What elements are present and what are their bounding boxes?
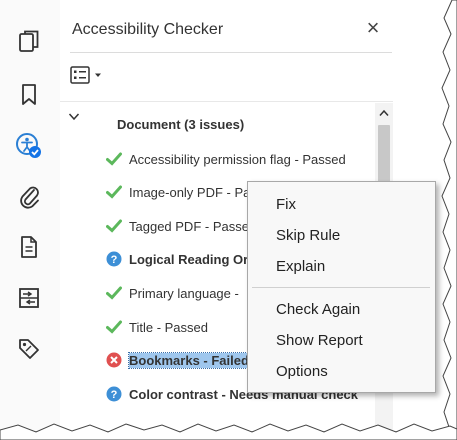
page-thumbnails-icon[interactable] <box>14 26 44 56</box>
close-button[interactable]: × <box>360 15 386 41</box>
torn-edge-right <box>441 0 457 440</box>
window: Accessibility Checker × Document (3 issu… <box>0 0 452 431</box>
panel-title: Accessibility Checker <box>72 21 224 38</box>
options-menu-button[interactable] <box>70 64 108 86</box>
tree-item[interactable]: Primary language - <box>106 280 239 306</box>
tree-item-label: Tagged PDF - Passe <box>129 218 249 234</box>
accessibility-icon[interactable] <box>14 131 44 161</box>
tree-item-selected[interactable]: Bookmarks - Failed <box>106 347 256 373</box>
menu-item-options[interactable]: Options <box>276 360 328 384</box>
menu-item-skip-rule[interactable]: Skip Rule <box>276 224 340 248</box>
help-question-icon: ? <box>106 386 122 402</box>
attachment-icon[interactable] <box>14 181 44 211</box>
tree-item[interactable]: Image-only PDF - Pa <box>106 179 250 205</box>
tree-item-label: Title - Passed <box>129 319 208 335</box>
passed-check-icon <box>106 184 122 200</box>
tree-item[interactable]: Tagged PDF - Passe <box>106 213 249 239</box>
document-properties-icon[interactable] <box>14 232 44 262</box>
tree-item[interactable]: Accessibility permission flag - Passed <box>106 146 346 172</box>
screenshot-frame: Accessibility Checker × Document (3 issu… <box>0 0 457 440</box>
divider <box>70 52 392 53</box>
divider <box>60 101 393 102</box>
svg-text:?: ? <box>111 254 118 266</box>
scroll-up-arrow-icon[interactable] <box>375 109 393 123</box>
dropdown-arrow-icon <box>95 73 101 77</box>
torn-edge-bottom <box>0 423 457 440</box>
menu-item-check-again[interactable]: Check Again <box>276 298 360 322</box>
tree-item-label: Bookmarks - Failed <box>128 351 256 369</box>
tree-item-label: Primary language - <box>129 285 239 301</box>
tree-item-label: Accessibility permission flag - Passed <box>129 151 346 167</box>
passed-check-icon <box>106 319 122 335</box>
passed-check-icon <box>106 285 122 301</box>
failed-x-icon <box>106 352 122 368</box>
chevron-down-icon[interactable] <box>68 112 80 122</box>
menu-item-explain[interactable]: Explain <box>276 255 325 279</box>
tag-icon[interactable] <box>14 334 44 364</box>
list-options-icon <box>70 66 90 84</box>
compare-icon[interactable] <box>14 283 44 313</box>
menu-separator <box>252 287 430 288</box>
bookmark-icon[interactable] <box>14 80 44 110</box>
passed-check-icon <box>106 218 122 234</box>
context-menu: Fix Skip Rule Explain Check Again Show R… <box>247 181 436 393</box>
left-tool-rail <box>0 0 61 431</box>
menu-item-fix[interactable]: Fix <box>276 193 296 217</box>
passed-check-icon <box>106 151 122 167</box>
help-question-icon: ? <box>106 251 122 267</box>
tree-item[interactable]: Title - Passed <box>106 314 208 340</box>
menu-item-show-report[interactable]: Show Report <box>276 329 363 353</box>
svg-text:?: ? <box>111 389 118 401</box>
tree-node-document[interactable]: Document (3 issues) <box>117 111 244 137</box>
tree-item[interactable]: ? Logical Reading Or <box>106 246 248 272</box>
tree-item-label: Logical Reading Or <box>129 251 249 267</box>
tree-item-label: Image-only PDF - Pa <box>129 184 251 200</box>
